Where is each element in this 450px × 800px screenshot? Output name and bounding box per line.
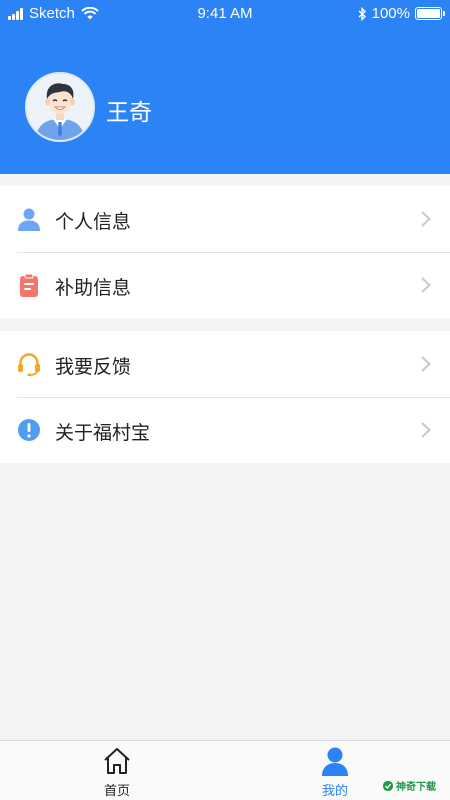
watermark-text: 神奇下载 [396, 782, 436, 793]
chevron-right-icon [421, 356, 431, 372]
menu-item-personal-info[interactable]: 个人信息 [0, 186, 450, 252]
menu-item-label: 个人信息 [55, 212, 132, 233]
user-name: 王奇 [106, 99, 152, 125]
menu-item-feedback[interactable]: 我要反馈 [0, 331, 450, 397]
user-avatar-icon[interactable] [25, 72, 95, 142]
profile-header: Sketch 9:41 AM 100% 王奇 [0, 0, 450, 174]
battery-fill [417, 9, 440, 18]
status-right: 100% [358, 5, 445, 22]
menu-group-account: 个人信息 补助信息 [0, 186, 450, 318]
person-icon [18, 208, 40, 231]
menu-item-about[interactable]: 关于福村宝 [0, 397, 450, 463]
chevron-right-icon [421, 211, 431, 227]
person-icon [322, 747, 348, 776]
status-bar: Sketch 9:41 AM 100% [0, 0, 450, 28]
headset-icon [18, 353, 40, 376]
menu-group-support: 我要反馈 关于福村宝 [0, 331, 450, 463]
bluetooth-icon [358, 6, 366, 21]
watermark: 神奇下载 [382, 778, 436, 793]
menu-item-label: 补助信息 [55, 278, 132, 299]
menu-item-label: 关于福村宝 [55, 423, 151, 444]
chevron-right-icon [421, 277, 431, 293]
tab-home[interactable]: 首页 [57, 741, 177, 800]
chevron-right-icon [421, 422, 431, 438]
tab-me[interactable]: 我的 [275, 741, 395, 800]
tab-me-label: 我的 [321, 783, 348, 798]
watermark-logo-icon [383, 780, 393, 791]
clipboard-icon [20, 273, 38, 297]
home-icon [104, 748, 130, 774]
battery-percent: 100% [371, 5, 410, 22]
menu-item-subsidy-info[interactable]: 补助信息 [0, 252, 450, 318]
tab-home-label: 首页 [103, 783, 130, 798]
menu-item-label: 我要反馈 [55, 357, 132, 378]
battery-icon [415, 7, 445, 20]
info-icon [18, 419, 40, 441]
